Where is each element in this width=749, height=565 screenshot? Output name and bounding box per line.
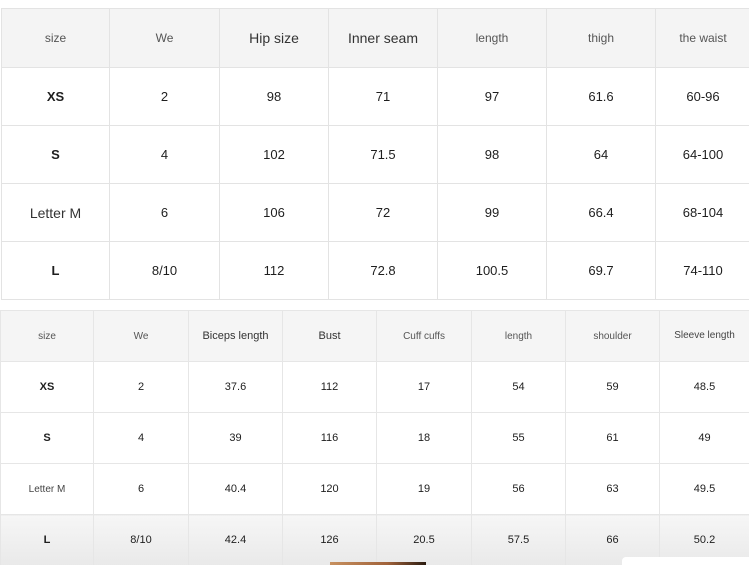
header-biceps-length: Biceps length — [188, 310, 283, 362]
table-cell: 8/10 — [109, 241, 220, 300]
table-cell: 71.5 — [328, 125, 438, 184]
table-cell: 99 — [437, 183, 547, 242]
table-cell: 37.6 — [188, 361, 283, 413]
table-row: XS 2 98 71 97 61.6 60-96 — [1, 67, 749, 126]
table-row: XS 2 37.6 112 17 54 59 48.5 — [0, 361, 749, 413]
header-we: We — [109, 8, 220, 68]
table-header-row: size We Biceps length Bust Cuff cuffs le… — [0, 310, 749, 362]
table-cell: 55 — [471, 412, 566, 464]
table-cell: 19 — [376, 463, 472, 515]
size-cell: Letter M — [1, 183, 110, 242]
table-cell: 102 — [219, 125, 329, 184]
table-cell: 72.8 — [328, 241, 438, 300]
table-cell: 6 — [109, 183, 220, 242]
table-cell: 57.5 — [471, 514, 566, 565]
table-cell: 56 — [471, 463, 566, 515]
table-cell: 116 — [282, 412, 377, 464]
table-cell: 71 — [328, 67, 438, 126]
table-cell: 42.4 — [188, 514, 283, 565]
table-cell: 2 — [109, 67, 220, 126]
table-row: S 4 39 116 18 55 61 49 — [0, 412, 749, 464]
table-row: Letter M 6 40.4 120 19 56 63 49.5 — [0, 463, 749, 515]
size-cell: S — [0, 412, 94, 464]
header-length: length — [471, 310, 566, 362]
table-cell: 72 — [328, 183, 438, 242]
table-cell: 112 — [282, 361, 377, 413]
header-inner-seam: Inner seam — [328, 8, 438, 68]
table-cell: 126 — [282, 514, 377, 565]
table-cell: 98 — [437, 125, 547, 184]
table-cell: 40.4 — [188, 463, 283, 515]
table-row: Letter M 6 106 72 99 66.4 68-104 — [1, 183, 749, 242]
header-size: size — [1, 8, 110, 68]
table-cell: 59 — [565, 361, 660, 413]
size-cell: L — [0, 514, 94, 565]
pants-size-table: size We Hip size Inner seam length thigh… — [1, 8, 749, 300]
table-cell: 54 — [471, 361, 566, 413]
table-cell: 63 — [565, 463, 660, 515]
table-cell: 64-100 — [655, 125, 749, 184]
table-row: L 8/10 112 72.8 100.5 69.7 74-110 — [1, 241, 749, 300]
size-cell: XS — [0, 361, 94, 413]
table-cell: 20.5 — [376, 514, 472, 565]
header-waist: the waist — [655, 8, 749, 68]
table-cell: 97 — [437, 67, 547, 126]
table-cell: 69.7 — [546, 241, 656, 300]
table-row: S 4 102 71.5 98 64 64-100 — [1, 125, 749, 184]
overlay-panel-edge — [622, 557, 749, 565]
table-cell: 60-96 — [655, 67, 749, 126]
table-cell: 120 — [282, 463, 377, 515]
table-cell: 18 — [376, 412, 472, 464]
table-cell: 49.5 — [659, 463, 749, 515]
size-cell: XS — [1, 67, 110, 126]
size-cell: Letter M — [0, 463, 94, 515]
table-cell: 100.5 — [437, 241, 547, 300]
size-cell: L — [1, 241, 110, 300]
header-bust: Bust — [282, 310, 377, 362]
table-cell: 106 — [219, 183, 329, 242]
table-cell: 66.4 — [546, 183, 656, 242]
table-cell: 4 — [109, 125, 220, 184]
size-cell: S — [1, 125, 110, 184]
table-cell: 17 — [376, 361, 472, 413]
header-we: We — [93, 310, 189, 362]
size-chart-page: size We Hip size Inner seam length thigh… — [0, 0, 749, 565]
tops-size-table: size We Biceps length Bust Cuff cuffs le… — [0, 310, 749, 565]
header-hip-size: Hip size — [219, 8, 329, 68]
table-cell: 6 — [93, 463, 189, 515]
table-cell: 64 — [546, 125, 656, 184]
header-size: size — [0, 310, 94, 362]
header-length: length — [437, 8, 547, 68]
header-shoulder: shoulder — [565, 310, 660, 362]
table-cell: 2 — [93, 361, 189, 413]
header-thigh: thigh — [546, 8, 656, 68]
table-cell: 112 — [219, 241, 329, 300]
header-cuff: Cuff cuffs — [376, 310, 472, 362]
table-cell: 48.5 — [659, 361, 749, 413]
table-cell: 39 — [188, 412, 283, 464]
table-cell: 98 — [219, 67, 329, 126]
table-header-row: size We Hip size Inner seam length thigh… — [1, 8, 749, 68]
table-cell: 4 — [93, 412, 189, 464]
table-cell: 74-110 — [655, 241, 749, 300]
table-cell: 61 — [565, 412, 660, 464]
table-cell: 68-104 — [655, 183, 749, 242]
table-cell: 61.6 — [546, 67, 656, 126]
table-cell: 8/10 — [93, 514, 189, 565]
table-cell: 49 — [659, 412, 749, 464]
header-sleeve-length: Sleeve length — [659, 310, 749, 362]
